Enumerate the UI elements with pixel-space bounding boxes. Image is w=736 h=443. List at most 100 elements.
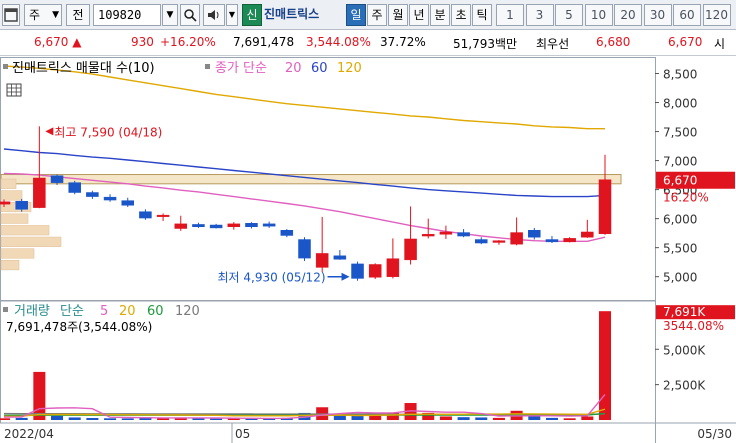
- tab-interval-3[interactable]: 3: [525, 4, 554, 26]
- tab-period-1[interactable]: 주: [367, 4, 387, 26]
- volume-legend-ma-20: 20: [119, 304, 136, 319]
- price-panel-title: 진매트릭스 매물대 수(10): [12, 61, 155, 76]
- period-select-button[interactable]: 전: [66, 4, 90, 26]
- candle: [192, 224, 205, 228]
- chart-area: 5,0005,5006,0006,5007,0007,5008,0008,500…: [0, 57, 736, 443]
- candle: [50, 175, 64, 183]
- price-tick-label: 6,000: [663, 213, 697, 227]
- tab-period-0[interactable]: 일: [346, 4, 366, 26]
- volume-profile-bar: [0, 259, 20, 271]
- volume-panel-title: 거래량: [14, 304, 50, 319]
- volume-bar: [598, 311, 612, 420]
- candle: [528, 229, 541, 238]
- code-dropdown-button[interactable]: ▼: [162, 4, 178, 26]
- price-tick-label: 5,500: [663, 242, 697, 256]
- candle: [386, 258, 400, 277]
- tab-interval-30[interactable]: 30: [643, 4, 672, 26]
- volume-profile-bar: [0, 225, 50, 236]
- volume-profile-bar: [0, 190, 23, 201]
- open-label: 시: [714, 37, 726, 51]
- candle: [209, 224, 223, 229]
- chevron-down-icon: ▼: [228, 10, 236, 19]
- candle: [245, 223, 258, 228]
- candle: [68, 182, 81, 193]
- sound-dropdown-button[interactable]: ▼: [226, 4, 238, 26]
- price-tick-label: 5,000: [663, 271, 697, 285]
- volume-ratio: 3,544.08%: [306, 35, 371, 49]
- tab-period-2[interactable]: 월: [388, 4, 408, 26]
- candle: [351, 263, 364, 279]
- current-price-value: 6,670: [34, 35, 69, 49]
- candle: [298, 239, 311, 259]
- x-end-label: 05/30: [697, 427, 732, 441]
- current-volume-label: 7,691K: [663, 305, 706, 319]
- price-tick-label: 7,000: [663, 155, 697, 169]
- volume-bar: [439, 416, 452, 420]
- volume-bar: [475, 417, 488, 420]
- candle: [0, 201, 11, 205]
- current-price-label: 6,670: [663, 174, 697, 188]
- candle: [174, 223, 188, 229]
- tab-period-6[interactable]: 틱: [472, 4, 492, 26]
- volume-bar: [457, 417, 470, 420]
- tab-interval-5[interactable]: 5: [555, 4, 583, 26]
- candle: [563, 238, 576, 243]
- tab-interval-120[interactable]: 120: [702, 4, 731, 26]
- window-icon[interactable]: [2, 4, 20, 26]
- candle: [33, 177, 46, 208]
- candle: [581, 231, 594, 238]
- high-annotation: 최고 7,590 (04/18): [54, 125, 162, 139]
- volume-bar: [86, 418, 99, 420]
- volume-bar: [492, 417, 505, 420]
- triangle-up-icon: ▲: [72, 35, 82, 49]
- search-button[interactable]: [180, 4, 200, 26]
- stock-code-input[interactable]: 109820: [93, 4, 161, 26]
- candle: [280, 229, 294, 236]
- volume-legend-label: 단순: [60, 304, 84, 319]
- price-change-pct: +16.20%: [160, 35, 216, 49]
- best-bid-label: 최우선: [536, 37, 570, 51]
- volume-profile-bar: [0, 178, 17, 189]
- candle: [333, 255, 347, 260]
- volume-profile-band: [0, 174, 622, 185]
- tab-period-4[interactable]: 분: [430, 4, 450, 26]
- best-ask: 6,680: [596, 35, 631, 49]
- legend-bullet: [3, 307, 8, 312]
- candle: [227, 223, 241, 228]
- tab-interval-1[interactable]: 1: [496, 4, 524, 26]
- current-volume-pct-label: 3544.08%: [663, 319, 724, 333]
- grid-icon: [6, 83, 22, 97]
- candle: [439, 231, 453, 235]
- volume-bar: [545, 417, 558, 420]
- candle: [404, 238, 417, 261]
- sound-button[interactable]: [203, 4, 225, 26]
- volume-legend-ma-60: 60: [147, 304, 164, 319]
- price-change: 930: [131, 35, 154, 49]
- price-legend-label: 종가 단순: [215, 61, 267, 76]
- volume-legend-ma-120: 120: [175, 304, 200, 319]
- tab-period-3[interactable]: 년: [409, 4, 429, 26]
- current-price: 6,670 ▲: [34, 35, 81, 49]
- candle: [475, 239, 488, 244]
- candle: [457, 232, 470, 237]
- current-change-label: 16.20%: [663, 191, 709, 205]
- candle: [86, 192, 99, 197]
- stock-name: 진매트릭스: [264, 7, 320, 21]
- candle: [121, 200, 134, 206]
- volume-bar: [33, 371, 46, 420]
- turnover-pct: 37.72%: [380, 35, 426, 49]
- price-tick-label: 8,000: [663, 97, 697, 111]
- toolbar: 주 ▼ 전 109820 ▼ ▼ 신 진매트릭스 일주월년분초틱 1 3 5 10 20…: [0, 0, 736, 30]
- tab-period-5[interactable]: 초: [451, 4, 471, 26]
- low-annotation: 최저 4,930 (05/12): [218, 271, 326, 285]
- price-tick-label: 7,500: [663, 126, 697, 140]
- tab-interval-60[interactable]: 60: [673, 4, 701, 26]
- tab-interval-20[interactable]: 20: [614, 4, 642, 26]
- tab-interval-10[interactable]: 10: [584, 4, 613, 26]
- market-select[interactable]: 주 ▼: [24, 4, 62, 26]
- candle: [492, 240, 506, 243]
- price-legend-ma-20: 20: [285, 61, 302, 76]
- volume-bar: [210, 418, 223, 420]
- volume-bar: [121, 418, 134, 420]
- volume-legend-ma-5: 5: [100, 304, 108, 319]
